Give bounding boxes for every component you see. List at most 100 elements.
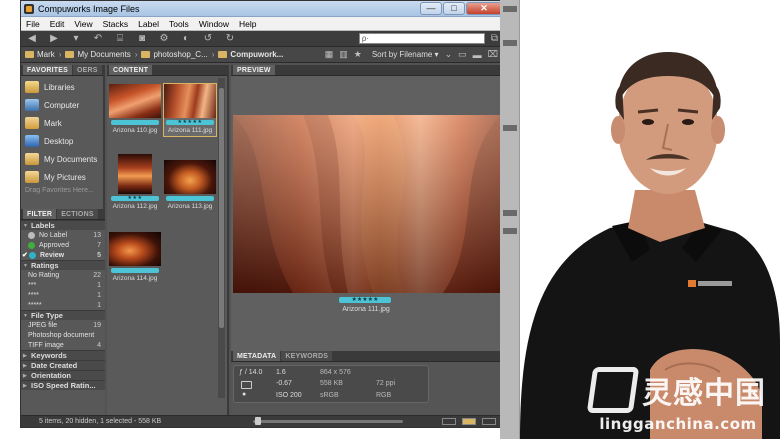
menu-edit[interactable]: Edit — [45, 19, 70, 29]
tab-collections[interactable]: ECTIONS — [57, 209, 98, 219]
path-bar: Mark › My Documents › photoshop_C... › Comp… — [21, 47, 502, 63]
open-camera-raw-icon[interactable]: ◐ — [179, 33, 193, 44]
favorite-my-documents[interactable]: My Documents — [21, 150, 103, 168]
trash-icon[interactable]: ⌧ — [488, 49, 498, 60]
filter-row-count: 7 — [97, 241, 101, 249]
content-scrollbar[interactable] — [218, 78, 225, 398]
filter-section-ratings[interactable]: Ratings — [21, 260, 105, 271]
thumbnail-filename: Arizona 111.jpg — [167, 127, 213, 134]
favorite-desktop[interactable]: Desktop — [21, 132, 103, 150]
filter-section-date-created[interactable]: Date Created — [21, 360, 105, 371]
tab-favorites[interactable]: FAVORITES — [23, 65, 72, 75]
menu-tools[interactable]: Tools — [164, 19, 194, 29]
review-label-bar: ★★★★★ — [166, 120, 214, 125]
sort-direction-icon[interactable]: ⌄ — [445, 49, 453, 60]
filter-section-labels[interactable]: Labels — [21, 220, 105, 231]
breadcrumb-label: Compuwork... — [230, 50, 284, 59]
filter-items-icon[interactable]: ▥ — [339, 49, 348, 60]
filter-row-5-stars[interactable]: ***** 1 — [21, 300, 105, 310]
filter-row-count: 1 — [97, 281, 101, 289]
tab-preview[interactable]: PREVIEW — [233, 65, 275, 75]
menu-view[interactable]: View — [69, 19, 97, 29]
grid-view-icon[interactable] — [442, 417, 457, 425]
rotate-right-icon[interactable]: ↻ — [223, 33, 237, 44]
title-bar: Compuworks Image Files — □ ✕ — [21, 1, 502, 17]
slider-knob[interactable] — [255, 417, 261, 425]
maximize-button[interactable]: □ — [443, 1, 465, 15]
thumbnail-quality-icon[interactable]: ▦ — [325, 49, 334, 60]
filter-row-3-stars[interactable]: *** 1 — [21, 280, 105, 290]
boomerang-icon[interactable]: ↶ — [91, 33, 105, 44]
thumbnail-arizona-113[interactable]: Arizona 113.jpg — [164, 160, 216, 210]
filter-row-photoshop[interactable]: Photoshop document — [21, 330, 105, 340]
compact-mode-icon[interactable]: ⧉ — [491, 33, 498, 44]
thumbnail-view-icon[interactable] — [462, 417, 477, 425]
tab-metadata[interactable]: METADATA — [233, 351, 281, 361]
filter-row-no-label[interactable]: No Label 13 — [21, 230, 105, 240]
minimize-button[interactable]: — — [420, 1, 442, 15]
filter-row-4-stars[interactable]: **** 1 — [21, 290, 105, 300]
chevron-right-icon: › — [134, 50, 138, 59]
thumbnail-arizona-112[interactable]: ★★★ Arizona 112.jpg — [109, 154, 161, 210]
preview-panel: PREVIEW ★★★★★ Arizona 111.jpg — [231, 65, 502, 351]
menu-label[interactable]: Label — [133, 19, 164, 29]
filter-row-tiff[interactable]: TIFF image 4 — [21, 340, 105, 350]
favorites-drop-hint: Drag Favorites Here... — [25, 187, 94, 194]
tab-keywords[interactable]: KEYWORDS — [281, 351, 333, 361]
breadcrumb-my-documents[interactable]: My Documents › — [65, 50, 137, 59]
filter-row-label: **** — [28, 291, 39, 299]
refine-icon[interactable]: ⌸ — [113, 33, 127, 44]
thumbnail-image — [109, 84, 161, 118]
person-icon: ● — [242, 391, 247, 398]
thumbnail-image — [164, 160, 216, 194]
filter-row-no-rating[interactable]: No Rating 22 — [21, 270, 105, 280]
menu-window[interactable]: Window — [194, 19, 234, 29]
favorite-my-pictures[interactable]: My Pictures — [21, 168, 103, 186]
menu-file[interactable]: File — [21, 19, 45, 29]
favorite-mark[interactable]: Mark — [21, 114, 103, 132]
filter-section-keywords[interactable]: Keywords — [21, 350, 105, 361]
breadcrumb-photoshop[interactable]: photoshop_C... › — [141, 50, 214, 59]
preview-tabs: PREVIEW — [231, 65, 502, 76]
filter-section-iso[interactable]: ISO Speed Ratin... — [21, 380, 105, 391]
tab-folders[interactable]: OERS — [72, 65, 102, 75]
breadcrumb-mark[interactable]: Mark › — [25, 50, 61, 59]
thumbnail-size-slider[interactable] — [253, 417, 403, 425]
preview-image[interactable] — [233, 115, 501, 293]
thumbnail-arizona-110[interactable]: Arizona 110.jpg — [109, 84, 161, 134]
search-input[interactable]: ρ· — [358, 33, 485, 44]
desktop-icon — [25, 135, 39, 147]
thumbnail-arizona-111[interactable]: ★★★★★ Arizona 111.jpg — [163, 83, 217, 137]
filter-section-file-type[interactable]: File Type — [21, 310, 105, 321]
star-filter-icon[interactable]: ★ — [354, 49, 362, 60]
camera-import-icon[interactable]: ◙ — [135, 33, 149, 44]
back-arrow-icon[interactable]: ◀ — [25, 33, 39, 44]
favorite-computer[interactable]: Computer — [21, 96, 103, 114]
close-button[interactable]: ✕ — [466, 1, 502, 15]
filter-section-orientation[interactable]: Orientation — [21, 370, 105, 381]
content-scrollbar-thumb[interactable] — [219, 88, 224, 328]
menu-stacks[interactable]: Stacks — [98, 19, 134, 29]
forward-arrow-icon[interactable]: ▶ — [47, 33, 61, 44]
recent-folder-icon[interactable]: ▾ — [69, 33, 83, 44]
tab-filter[interactable]: FILTER — [23, 209, 57, 219]
rotate-left-icon[interactable]: ↺ — [201, 33, 215, 44]
open-recent-icon[interactable]: ▭ — [458, 49, 467, 60]
filter-row-label: ***** — [28, 301, 42, 309]
tab-content[interactable]: CONTENT — [109, 65, 153, 75]
filter-row-jpeg[interactable]: JPEG file 19 — [21, 320, 105, 330]
list-view-icon[interactable] — [482, 417, 496, 425]
filter-row-approved[interactable]: Approved 7 — [21, 240, 105, 250]
view-mode-buttons — [438, 416, 496, 428]
status-bar: 5 items, 20 hidden, 1 selected - 558 KB — [21, 415, 502, 427]
sort-by-dropdown[interactable]: Sort by Filename ▾ — [372, 50, 439, 59]
breadcrumb-compuworks[interactable]: Compuwork... — [218, 50, 283, 59]
bridge-window: Compuworks Image Files — □ ✕ File Edit V… — [20, 0, 503, 428]
favorite-libraries[interactable]: Libraries — [21, 78, 103, 96]
preview-rating-bar: ★★★★★ — [339, 297, 391, 303]
new-folder-icon[interactable]: ▬ — [473, 50, 482, 60]
thumbnail-arizona-114[interactable]: Arizona 114.jpg — [109, 232, 161, 282]
filter-row-review[interactable]: ✔ Review 5 — [21, 250, 105, 260]
menu-help[interactable]: Help — [234, 19, 261, 29]
review-mode-icon[interactable]: ⚙ — [157, 33, 171, 44]
